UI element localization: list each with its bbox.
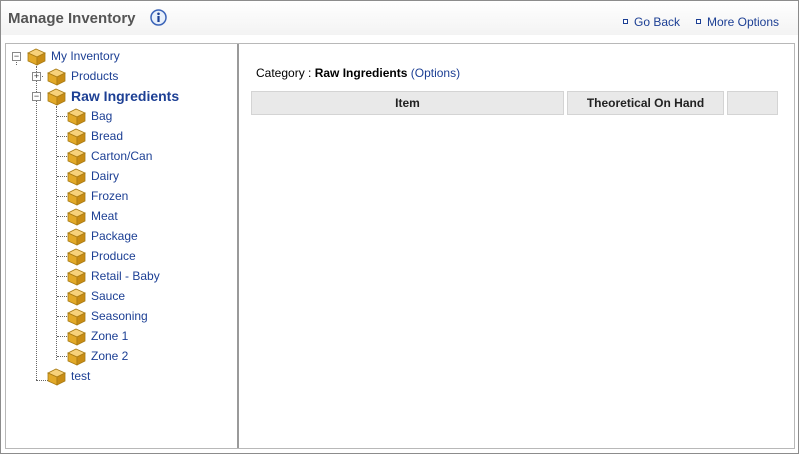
tree-node-child[interactable]: Meat: [6, 206, 236, 226]
tree-node-products[interactable]: + Products: [6, 66, 236, 86]
tree-node-child[interactable]: Retail - Baby: [6, 266, 236, 286]
tree-label[interactable]: Bread: [91, 129, 123, 143]
tree-node-child[interactable]: Seasoning: [6, 306, 236, 326]
tree-node-child[interactable]: Dairy: [6, 166, 236, 186]
tree-node-my-inventory[interactable]: − My Inventory: [6, 46, 236, 66]
tree-node-child[interactable]: Zone 2: [6, 346, 236, 366]
column-header-theoretical-on-hand[interactable]: Theoretical On Hand: [567, 91, 724, 115]
category-value: Raw Ingredients: [314, 66, 408, 80]
category-line: Category : Raw Ingredients (Options): [256, 66, 460, 80]
box-icon: [67, 328, 86, 346]
tree-node-test[interactable]: test: [6, 366, 236, 386]
expand-toggle-icon[interactable]: +: [32, 72, 41, 81]
category-detail-panel: Category : Raw Ingredients (Options) Ite…: [241, 44, 794, 448]
box-icon: [67, 288, 86, 306]
collapse-toggle-icon[interactable]: −: [12, 52, 21, 61]
box-icon: [67, 228, 86, 246]
window-frame: Manage Inventory Go Back More Options −: [0, 0, 799, 454]
tree-label[interactable]: Package: [91, 229, 138, 243]
box-icon: [67, 348, 86, 366]
tree-label[interactable]: My Inventory: [51, 49, 120, 63]
info-icon[interactable]: [150, 9, 167, 26]
more-options-label: More Options: [707, 15, 780, 29]
box-icon: [47, 368, 66, 386]
tree-label[interactable]: Bag: [91, 109, 112, 123]
box-icon: [67, 168, 86, 186]
box-icon: [67, 268, 86, 286]
go-back-link[interactable]: Go Back: [623, 15, 680, 29]
category-label: Category :: [256, 66, 315, 80]
box-icon: [67, 208, 86, 226]
inventory-tree-panel: − My Inventory + Products − Raw Ingredie…: [6, 44, 239, 448]
box-icon: [67, 308, 86, 326]
box-icon: [67, 188, 86, 206]
bullet-icon: [623, 19, 628, 25]
tree-node-child[interactable]: Zone 1: [6, 326, 236, 346]
column-header-item[interactable]: Item: [251, 91, 564, 115]
tree-node-child[interactable]: Bread: [6, 126, 236, 146]
tree-node-child[interactable]: Bag: [6, 106, 236, 126]
tree-label[interactable]: Retail - Baby: [91, 269, 160, 283]
content-area: − My Inventory + Products − Raw Ingredie…: [5, 43, 795, 449]
tree-node-child[interactable]: Sauce: [6, 286, 236, 306]
more-options-link[interactable]: More Options: [696, 15, 779, 29]
category-options-link[interactable]: (Options): [411, 66, 460, 80]
tree-label[interactable]: Produce: [91, 249, 136, 263]
box-icon: [67, 128, 86, 146]
tree-label-selected[interactable]: Raw Ingredients: [71, 88, 179, 104]
tree-label[interactable]: Dairy: [91, 169, 119, 183]
tree-node-child[interactable]: Carton/Can: [6, 146, 236, 166]
tree-label[interactable]: test: [71, 369, 90, 383]
tree-node-child[interactable]: Produce: [6, 246, 236, 266]
tree-label[interactable]: Carton/Can: [91, 149, 152, 163]
box-icon: [67, 248, 86, 266]
tree-label[interactable]: Sauce: [91, 289, 125, 303]
tree-label[interactable]: Zone 1: [91, 329, 128, 343]
box-icon: [47, 88, 66, 106]
tree-node-child[interactable]: Package: [6, 226, 236, 246]
tree-node-raw-ingredients[interactable]: − Raw Ingredients: [6, 86, 236, 106]
page-title: Manage Inventory: [8, 10, 136, 27]
tree-label[interactable]: Products: [71, 69, 118, 83]
collapse-toggle-icon[interactable]: −: [32, 92, 41, 101]
header-bar: Manage Inventory Go Back More Options: [1, 1, 798, 35]
box-icon: [27, 48, 46, 66]
go-back-label: Go Back: [634, 15, 681, 29]
tree-node-child[interactable]: Frozen: [6, 186, 236, 206]
bullet-icon: [696, 19, 701, 25]
box-icon: [67, 148, 86, 166]
tree-label[interactable]: Meat: [91, 209, 118, 223]
box-icon: [47, 68, 66, 86]
tree-label[interactable]: Seasoning: [91, 309, 148, 323]
tree-label[interactable]: Zone 2: [91, 349, 128, 363]
box-icon: [67, 108, 86, 126]
column-header-blank: [727, 91, 778, 115]
tree-label[interactable]: Frozen: [91, 189, 128, 203]
